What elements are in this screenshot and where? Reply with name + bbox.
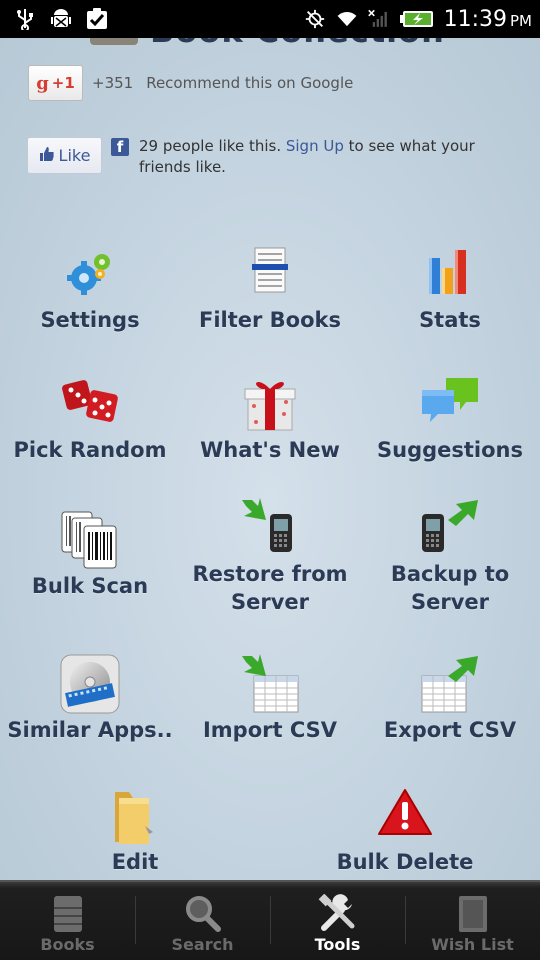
usb-icon	[14, 8, 36, 30]
warning-icon	[375, 786, 435, 846]
filter-list-icon	[240, 244, 300, 304]
suggestions-button[interactable]: Suggestions	[360, 374, 540, 464]
chat-bubbles-icon	[420, 374, 480, 434]
android-debug-icon	[50, 8, 72, 30]
tab-wish-list[interactable]: Wish List	[405, 882, 540, 960]
no-signal-icon	[367, 8, 390, 30]
folder-icon	[105, 786, 165, 846]
google-plus-row: g +1 +351 Recommend this on Google	[28, 65, 353, 101]
facebook-row: Like f 29 people like this. Sign Up to s…	[27, 136, 479, 178]
bulk-delete-button[interactable]: Bulk Delete	[315, 786, 495, 876]
wish-list-icon	[451, 893, 495, 935]
spreadsheet-export-icon	[420, 654, 480, 714]
tools-icon	[316, 893, 360, 935]
similar-apps-button[interactable]: Similar Apps..	[0, 654, 180, 744]
phone-download-icon	[240, 498, 300, 558]
bulk-scan-button[interactable]: Bulk Scan	[0, 510, 180, 600]
dice-icon	[60, 374, 120, 434]
edit-categories-button[interactable]: Edit Categories	[45, 786, 225, 880]
facebook-like-button[interactable]: Like	[27, 137, 102, 174]
search-icon	[181, 893, 225, 935]
download-done-icon	[86, 8, 108, 30]
wifi-icon	[336, 8, 358, 30]
export-csv-button[interactable]: Export CSV	[360, 654, 540, 744]
spreadsheet-import-icon	[240, 654, 300, 714]
whats-new-button[interactable]: What's New	[180, 374, 360, 464]
bottom-tab-bar: Books Search Tools Wish List	[0, 880, 540, 960]
facebook-social-text: 29 people like this. Sign Up to see what…	[139, 137, 475, 176]
restore-from-server-button[interactable]: Restore from Server	[180, 498, 360, 616]
phone-upload-icon	[420, 498, 480, 558]
dvd-film-icon	[60, 654, 120, 714]
book-collection-icon	[90, 38, 138, 45]
settings-gears-icon	[60, 244, 120, 304]
status-time: 11:39 PM	[443, 6, 532, 32]
bar-chart-icon	[420, 244, 480, 304]
books-icon	[46, 893, 90, 935]
google-plus-one-button[interactable]: g +1	[28, 65, 83, 101]
import-csv-button[interactable]: Import CSV	[180, 654, 360, 744]
stats-button[interactable]: Stats	[360, 244, 540, 334]
facebook-icon: f	[111, 138, 129, 156]
tab-tools[interactable]: Tools	[270, 882, 405, 960]
barcode-stack-icon	[60, 510, 120, 570]
filter-books-button[interactable]: Filter Books	[180, 244, 360, 334]
gift-icon	[240, 374, 300, 434]
status-bar: 11:39 PM	[0, 0, 540, 38]
pick-random-button[interactable]: Pick Random	[0, 374, 180, 464]
page-title: Book Collection	[90, 38, 445, 50]
thumbs-up-icon	[39, 146, 55, 166]
google-plus-text: Recommend this on Google	[146, 74, 354, 92]
battery-charging-icon	[399, 8, 434, 30]
tab-books[interactable]: Books	[0, 882, 135, 960]
gps-off-icon	[304, 8, 326, 30]
settings-button[interactable]: Settings	[0, 244, 180, 334]
tab-search[interactable]: Search	[135, 882, 270, 960]
facebook-signup-link[interactable]: Sign Up	[286, 137, 344, 155]
google-plus-count: +351	[92, 74, 134, 92]
backup-to-server-button[interactable]: Backup to Server	[360, 498, 540, 616]
tools-screen: Book Collection g+1 +351 Recommend this …	[0, 38, 540, 880]
